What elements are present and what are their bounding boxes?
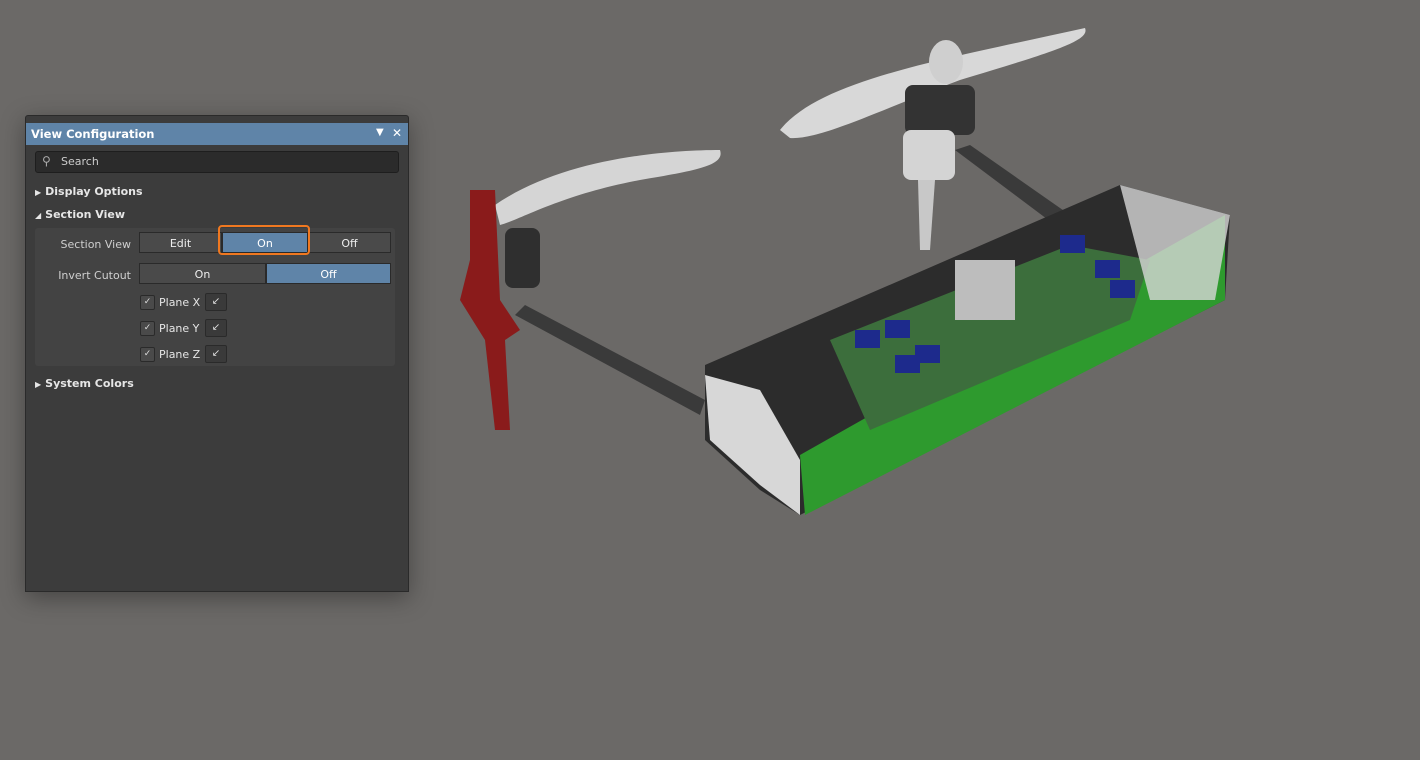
close-icon[interactable]: ✕ <box>392 126 402 140</box>
section-view-off-button[interactable]: Off <box>308 232 391 253</box>
invert-cutout-label: Invert Cutout <box>58 269 131 282</box>
plane-y-label: Plane Y <box>159 322 200 335</box>
plane-z-checkbox[interactable]: ✓ <box>140 347 155 362</box>
plane-y-checkbox[interactable]: ✓ <box>140 321 155 336</box>
caret-right-icon: ▶ <box>35 188 42 197</box>
invert-cutout-on-button[interactable]: On <box>139 263 266 284</box>
plane-y-flip-icon[interactable]: ↙ <box>205 319 227 337</box>
section-system-colors[interactable]: ▶ System Colors <box>35 377 134 390</box>
plane-x-checkbox[interactable]: ✓ <box>140 295 155 310</box>
plane-z-flip-icon[interactable]: ↙ <box>205 345 227 363</box>
highlight-outline <box>218 225 310 255</box>
section-label: System Colors <box>45 377 134 390</box>
section-view-label: Section View <box>60 238 131 251</box>
plane-x-flip-icon[interactable]: ↙ <box>205 293 227 311</box>
section-section-view[interactable]: ◢ Section View <box>35 208 125 221</box>
invert-cutout-off-button[interactable]: Off <box>266 263 391 284</box>
search-icon: ⚲ <box>42 154 51 168</box>
panel-title-bar[interactable]: View Configuration ▼ ✕ <box>26 123 408 145</box>
section-view-group: Section View Edit On Off Invert Cutout O… <box>35 225 395 366</box>
section-display-options[interactable]: ▶ Display Options <box>35 185 143 198</box>
caret-down-icon: ◢ <box>35 211 42 220</box>
search-placeholder: Search <box>61 155 99 168</box>
section-label: Display Options <box>45 185 143 198</box>
drone-body <box>705 185 1230 515</box>
view-configuration-panel: View Configuration ▼ ✕ ⚲ Search ▶ Display… <box>25 115 409 592</box>
section-view-edit-button[interactable]: Edit <box>139 232 222 253</box>
plane-x-label: Plane X <box>159 296 201 309</box>
search-input[interactable]: ⚲ Search <box>35 151 399 173</box>
panel-title: View Configuration <box>31 127 155 141</box>
plane-z-label: Plane Z <box>159 348 201 361</box>
arm-left <box>515 305 705 415</box>
arm-right <box>955 145 1070 225</box>
caret-right-icon: ▶ <box>35 380 42 389</box>
section-label: Section View <box>45 208 126 221</box>
dropdown-menu-icon[interactable]: ▼ <box>376 127 384 138</box>
propeller-right <box>780 28 1086 250</box>
